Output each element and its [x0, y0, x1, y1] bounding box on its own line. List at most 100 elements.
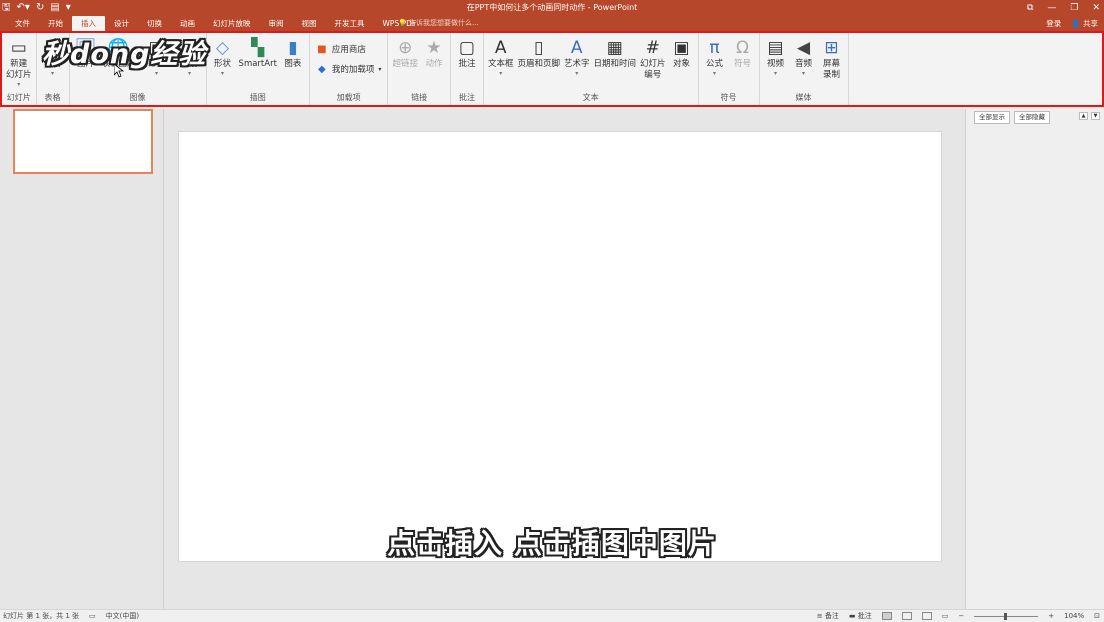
slide-thumbnail-1[interactable]: [13, 109, 153, 174]
share-label: 共享: [1083, 19, 1098, 28]
shapes-icon: ◇: [216, 38, 230, 58]
ribbon-group-7: A 文本框 ▾ ▯ 页眉和页脚 A 艺术字 ▾ ▦ 日期和时间 # 幻灯片 编号 ▣ 对象文本: [484, 33, 699, 105]
move-up-icon[interactable]: ▲: [1079, 112, 1088, 120]
button-label: 批注: [458, 59, 476, 69]
slide-number-icon: #: [645, 38, 660, 58]
button-label: 视频: [767, 59, 785, 69]
chevron-down-icon: ▾: [378, 65, 382, 73]
equation-button[interactable]: π 公式 ▾: [701, 35, 729, 91]
smartart-button[interactable]: ▚ SmartArt: [237, 35, 279, 91]
ribbon-group-4: ■ 应用商店 ◆ 我的加载项 ▾ 加载项: [310, 33, 389, 105]
show-all-button[interactable]: 全部显示: [974, 111, 1010, 124]
object-icon: ▣: [673, 38, 690, 58]
maximize-icon[interactable]: ❐: [1070, 1, 1078, 15]
reading-view-icon[interactable]: [921, 612, 932, 620]
ribbon-group-5: ⊕ 超链接 ★ 动作链接: [388, 33, 451, 105]
comments-label: 批注: [857, 612, 872, 620]
wordart-button[interactable]: A 艺术字 ▾: [562, 35, 592, 91]
slide-canvas[interactable]: [178, 131, 942, 562]
window-title: 在PPT中如何让多个动画同时动作 - PowerPoint: [466, 3, 638, 12]
addins-icon: ◆: [318, 63, 326, 75]
ribbon-group-label: 链接: [411, 93, 428, 102]
slide-sorter-view-icon[interactable]: [901, 612, 912, 620]
comment-button[interactable]: ▢ 批注: [453, 35, 481, 91]
close-icon[interactable]: ✕: [1092, 1, 1100, 15]
textbox-button[interactable]: A 文本框 ▾: [486, 35, 516, 91]
video-button[interactable]: ▤ 视频 ▾: [762, 35, 790, 91]
window-controls: ⧉ — ❐ ✕: [1027, 1, 1100, 15]
shapes-button[interactable]: ◇ 形状 ▾: [209, 35, 237, 91]
tell-me-box[interactable]: 💡 告诉我您想要做什么...: [398, 16, 479, 31]
tab-5[interactable]: 动画: [171, 16, 204, 31]
button-label: 文本框: [487, 59, 514, 69]
audio-button[interactable]: ◀ 音频 ▾: [790, 35, 818, 91]
tab-0[interactable]: 文件: [6, 16, 39, 31]
ribbon-group-8: π 公式 ▾ Ω 符号 符号: [699, 33, 760, 105]
zoom-level[interactable]: 104%: [1064, 610, 1084, 622]
button-label: 幻灯片: [6, 70, 32, 80]
button-label: 艺术字: [563, 59, 590, 69]
zoom-in-icon[interactable]: +: [1048, 610, 1054, 622]
chevron-down-icon: ▾: [155, 70, 159, 77]
ribbon-group-label: 表格: [44, 93, 61, 102]
button-label: 图表: [284, 59, 302, 69]
tab-3[interactable]: 设计: [105, 16, 138, 31]
tab-7[interactable]: 审阅: [260, 16, 293, 31]
slide-count: 幻灯片 第 1 张，共 1 张: [3, 612, 80, 620]
datetime-icon: ▦: [606, 38, 623, 58]
ribbon-display-options-icon[interactable]: ⧉: [1027, 1, 1033, 15]
symbol-button[interactable]: Ω 符号: [729, 35, 757, 91]
comments-button[interactable]: ▬ 批注: [849, 610, 872, 622]
tab-4[interactable]: 切换: [138, 16, 171, 31]
action-icon: ★: [426, 38, 442, 58]
zoom-slider-thumb[interactable]: [1004, 612, 1008, 620]
login-link[interactable]: 登录: [1046, 16, 1061, 31]
chevron-down-icon: ▾: [51, 70, 55, 77]
share-button[interactable]: 👤 共享: [1071, 16, 1098, 31]
notes-button[interactable]: ≡ 备注: [817, 610, 839, 622]
chart-icon: ▮: [288, 38, 298, 58]
chevron-down-icon: ▾: [188, 70, 192, 77]
tell-me-text: 告诉我您想要做什么...: [408, 19, 479, 27]
ribbon-group-3: ◇ 形状 ▾ ▚ SmartArt ▮ 图表 插图: [207, 33, 310, 105]
minimize-icon[interactable]: —: [1047, 1, 1056, 15]
normal-view-icon[interactable]: [881, 612, 892, 620]
tab-8[interactable]: 视图: [293, 16, 326, 31]
button-label: SmartArt: [238, 59, 277, 69]
fit-slide-icon[interactable]: ⊡: [1094, 610, 1100, 622]
zoom-out-icon[interactable]: −: [958, 610, 964, 622]
new-slide-button[interactable]: ▭ 新建 幻灯片 ▾: [4, 35, 34, 91]
move-down-icon[interactable]: ▼: [1091, 112, 1100, 120]
button-label: 形状: [214, 59, 232, 69]
store-button[interactable]: ■ 应用商店: [312, 39, 386, 59]
title-bar: 🖫 ↶▾ ↻ ▤ ▾ 在PPT中如何让多个动画同时动作 - PowerPoint…: [0, 0, 1104, 16]
chart-button[interactable]: ▮ 图表: [279, 35, 307, 91]
tab-9[interactable]: 开发工具: [326, 16, 374, 31]
ribbon-group-0: ▭ 新建 幻灯片 ▾ 幻灯片: [2, 33, 37, 105]
action-button[interactable]: ★ 动作: [420, 35, 448, 91]
button-label: 音频: [795, 59, 813, 69]
tab-1[interactable]: 开始: [39, 16, 72, 31]
hide-all-button[interactable]: 全部隐藏: [1014, 111, 1050, 124]
symbol-icon: Ω: [736, 38, 750, 58]
tab-2[interactable]: 插入: [72, 16, 105, 31]
zoom-slider[interactable]: [974, 612, 1039, 620]
spellcheck-icon[interactable]: ▭: [89, 610, 96, 622]
tab-6[interactable]: 幻灯片放映: [204, 16, 260, 31]
comment-icon: ▢: [458, 38, 475, 58]
screen-record-button[interactable]: ⊞ 屏幕 录制: [818, 35, 846, 91]
language-indicator[interactable]: 中文(中国): [106, 610, 139, 622]
notes-label: 备注: [824, 612, 839, 620]
header-footer-button[interactable]: ▯ 页眉和页脚: [515, 35, 562, 91]
ribbon-group-label: 文本: [582, 93, 599, 102]
slide-number-button[interactable]: # 幻灯片 编号: [638, 35, 668, 91]
button-label: 屏幕: [823, 59, 841, 69]
object-button[interactable]: ▣ 对象: [668, 35, 696, 91]
header-footer-icon: ▯: [534, 38, 544, 58]
hyperlink-button[interactable]: ⊕ 超链接: [390, 35, 420, 91]
datetime-button[interactable]: ▦ 日期和时间: [592, 35, 639, 91]
button-label: 新建: [10, 59, 28, 69]
slideshow-view-icon[interactable]: ▭: [942, 610, 949, 622]
addins-button[interactable]: ◆ 我的加载项 ▾: [312, 59, 386, 79]
ribbon-group-9: ▤ 视频 ▾ ◀ 音频 ▾ ⊞ 屏幕 录制 媒体: [760, 33, 849, 105]
